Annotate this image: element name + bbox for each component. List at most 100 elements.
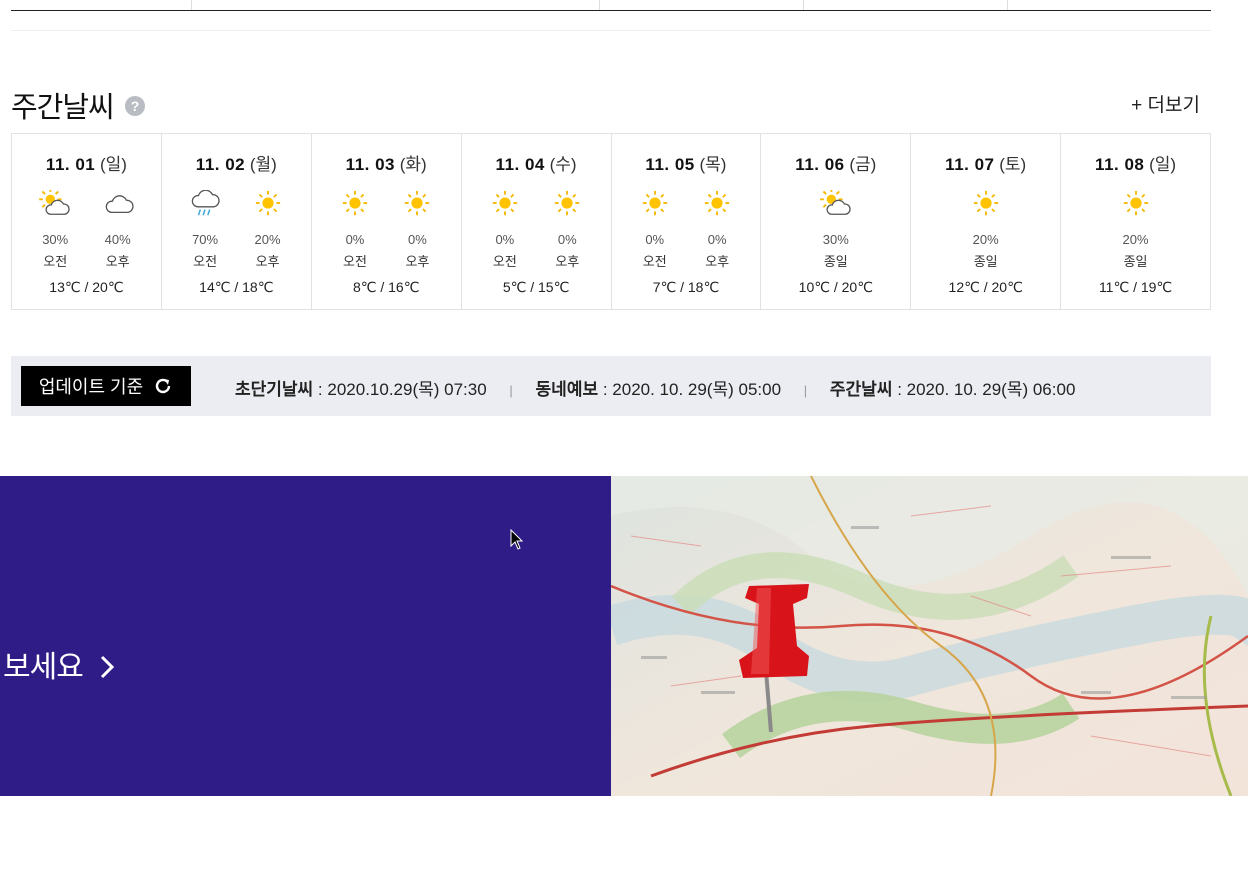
- period-label: 종일: [823, 254, 848, 269]
- date-text: 11. 06: [795, 155, 845, 174]
- day-column: 11. 05 (목) 0% 오전 0% 오후 7℃ / 18℃: [612, 134, 762, 309]
- day-of-week: (일): [1149, 155, 1177, 174]
- top-table-remnant: [11, 0, 1211, 11]
- sunny-icon: [642, 190, 667, 216]
- date-text: 11. 05: [645, 155, 695, 174]
- forecast-all-day: 20% 종일: [956, 190, 1016, 270]
- precip-chance-am: 0%: [495, 232, 515, 247]
- period-label-am: 오전: [43, 254, 68, 269]
- day-date: 11. 06 (금): [761, 150, 910, 175]
- precip-chance: 20%: [972, 232, 999, 247]
- precip-chance-pm: 0%: [408, 232, 427, 247]
- temperature-range: 8℃ / 16℃: [352, 279, 420, 295]
- update-label-2: 동네예보: [535, 380, 599, 399]
- rain-icon: [191, 190, 220, 216]
- temperature-range: 11℃ / 19℃: [1098, 279, 1173, 295]
- day-column: 11. 03 (화) 0% 오전 0% 오후 8℃ / 16℃: [312, 134, 462, 309]
- update-value-2: : 2020. 10. 29(목) 05:00: [598, 380, 782, 399]
- precip-chance-am: 30%: [42, 232, 69, 247]
- day-column: 11. 02 (월) 70% 오전 20% 오후 14℃ / 18℃: [162, 134, 312, 309]
- divider: [11, 30, 1211, 31]
- refresh-icon: [156, 378, 171, 394]
- period-label-pm: 오후: [105, 254, 130, 269]
- forecast-pm: 40% 오후: [88, 190, 148, 270]
- date-text: 11. 02: [195, 155, 246, 174]
- day-date: 11. 02 (월): [162, 150, 311, 175]
- day-date: 11. 05 (목): [612, 150, 761, 175]
- period-label: 종일: [973, 254, 998, 269]
- period-label-pm: 오후: [705, 254, 730, 269]
- forecast-am: 0% 오전: [625, 190, 685, 270]
- precip-chance-am: 0%: [345, 232, 365, 247]
- day-of-week: (금): [849, 155, 877, 174]
- temperature-range: 10℃ / 20℃: [798, 279, 873, 295]
- sunny-icon: [405, 190, 430, 216]
- period-label-am: 오전: [193, 254, 218, 269]
- temperature-range: 7℃ / 18℃: [652, 279, 720, 295]
- help-icon[interactable]: ?: [125, 96, 145, 116]
- sunny-icon: [555, 190, 580, 216]
- update-divider: |: [803, 383, 808, 398]
- partly-cloudy-sun-icon: [39, 190, 70, 215]
- day-date: 11. 01 (일): [12, 150, 161, 175]
- update-label-1: 초단기날씨: [235, 380, 314, 399]
- precip-chance: 20%: [1122, 232, 1149, 247]
- precip-chance-pm: 0%: [557, 232, 577, 247]
- period-label-pm: 오후: [555, 254, 580, 269]
- day-date: 11. 08 (일): [1061, 150, 1210, 175]
- date-text: 11. 04: [495, 155, 545, 174]
- forecast-am: 0% 오전: [475, 190, 535, 270]
- sunny-icon: [255, 190, 280, 216]
- weekly-weather-title: 주간날씨: [11, 92, 115, 124]
- mouse-cursor-icon: [510, 529, 524, 550]
- forecast-pm: 0% 오후: [387, 190, 447, 270]
- update-value-1: : 2020.10.29(목) 07:30: [313, 380, 487, 399]
- day-date: 11. 04 (수): [462, 150, 611, 175]
- forecast-pm: 0% 오후: [537, 190, 597, 270]
- update-value-3: : 2020. 10. 29(목) 06:00: [892, 380, 1076, 399]
- banner-link[interactable]: 보세요: [3, 642, 116, 686]
- forecast-pm: 20% 오후: [238, 190, 298, 270]
- update-info: 초단기날씨 : 2020.10.29(목) 07:30 | 동네예보 : 202…: [235, 375, 1075, 400]
- date-text: 11. 01: [45, 155, 96, 174]
- date-text: 11. 08: [1095, 155, 1145, 174]
- partly-cloudy-sun-icon: [819, 190, 851, 215]
- precip-chance-am: 70%: [192, 232, 219, 247]
- day-date: 11. 07 (토): [911, 150, 1060, 175]
- chevron-right-icon: [101, 655, 115, 679]
- forecast-pm: 0% 오후: [687, 190, 747, 270]
- precip-chance-pm: 40%: [104, 232, 131, 247]
- forecast-am: 0% 오전: [325, 190, 385, 270]
- period-label-am: 오전: [492, 254, 517, 269]
- sunny-icon: [1123, 190, 1148, 216]
- precip-chance-pm: 20%: [254, 232, 281, 247]
- day-of-week: (토): [999, 155, 1027, 174]
- more-link[interactable]: + 더보기: [1131, 90, 1200, 117]
- day-column: 11. 07 (토) 20% 종일 12℃ / 20℃: [911, 134, 1062, 309]
- precip-chance-am: 0%: [645, 232, 665, 247]
- banner-panel[interactable]: 보세요: [0, 476, 611, 796]
- period-label-pm: 오후: [255, 254, 280, 269]
- cloudy-icon: [105, 195, 134, 214]
- temperature-range: 5℃ / 15℃: [502, 279, 570, 295]
- banner-text: 보세요: [3, 651, 84, 684]
- day-of-week: (수): [549, 155, 577, 174]
- update-divider: |: [509, 383, 513, 398]
- day-of-week: (일): [99, 155, 127, 174]
- update-button[interactable]: 업데이트 기준: [21, 366, 191, 406]
- day-of-week: (월): [249, 155, 277, 174]
- weekly-forecast-grid: 11. 01 (일) 30% 오전 40% 오후 13℃ / 20℃ 11. 0…: [11, 133, 1211, 310]
- period-label: 종일: [1123, 254, 1148, 269]
- day-column: 11. 01 (일) 30% 오전 40% 오후 13℃ / 20℃: [12, 134, 162, 309]
- precip-chance-pm: 0%: [707, 232, 727, 247]
- sunny-icon: [705, 190, 730, 216]
- period-label-pm: 오후: [405, 254, 430, 269]
- period-label-am: 오전: [343, 254, 367, 269]
- forecast-all-day: 30% 종일: [806, 190, 866, 270]
- date-text: 11. 07: [945, 155, 995, 174]
- update-label-3: 주간날씨: [829, 380, 893, 399]
- forecast-am: 30% 오전: [25, 190, 85, 270]
- update-bar: 업데이트 기준 초단기날씨 : 2020.10.29(목) 07:30 | 동네…: [11, 356, 1211, 416]
- temperature-range: 13℃ / 20℃: [49, 279, 124, 295]
- forecast-am: 70% 오전: [175, 190, 235, 270]
